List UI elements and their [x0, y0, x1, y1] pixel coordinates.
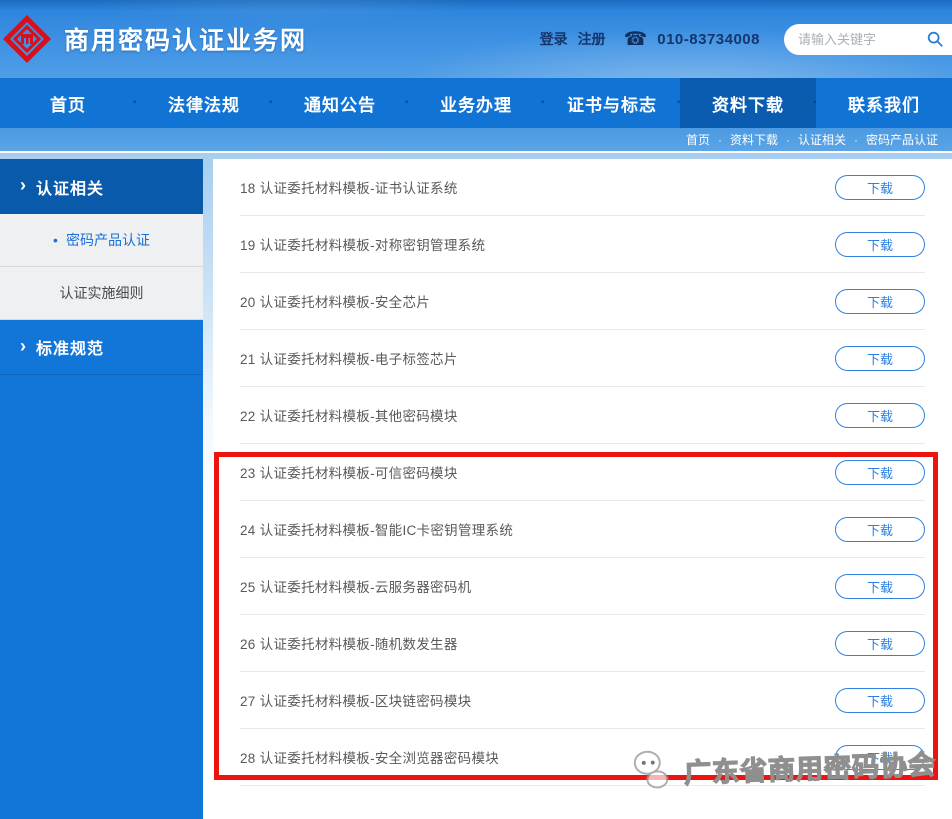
- sidebar-group-label: 标准规范: [36, 335, 104, 359]
- sidebar-filler: [0, 375, 203, 819]
- register-link[interactable]: 注册: [578, 29, 606, 49]
- page-body: › 认证相关 • 密码产品认证 认证实施细则 › 标准规范 18 认证委托材料模…: [0, 153, 952, 819]
- row-title: 21 认证委托材料模板-电子标签芯片: [240, 348, 458, 368]
- table-row: 24 认证委托材料模板-智能IC卡密钥管理系统 下载: [240, 501, 925, 558]
- nav-item-notices[interactable]: 通知公告·: [272, 78, 408, 128]
- download-button[interactable]: 下载: [835, 631, 925, 656]
- table-row: 27 认证委托材料模板-区块链密码模块 下载: [240, 672, 925, 729]
- download-button[interactable]: 下载: [835, 403, 925, 428]
- download-button[interactable]: 下载: [835, 688, 925, 713]
- table-row: 20 认证委托材料模板-安全芯片 下载: [240, 273, 925, 330]
- nav-item-downloads[interactable]: 资料下载·: [680, 78, 816, 128]
- breadcrumb-cert-related[interactable]: 认证相关: [798, 131, 846, 148]
- table-row: 28 认证委托材料模板-安全浏览器密码模块 下载: [240, 729, 925, 786]
- table-row: 23 认证委托材料模板-可信密码模块 下载: [240, 444, 925, 501]
- breadcrumb-separator: ·: [786, 133, 790, 147]
- breadcrumb-downloads[interactable]: 资料下载: [730, 131, 778, 148]
- download-button[interactable]: 下载: [835, 460, 925, 485]
- site-logo-icon: [4, 16, 50, 62]
- row-title: 28 认证委托材料模板-安全浏览器密码模块: [240, 747, 499, 767]
- nav-item-home[interactable]: 首页·: [0, 78, 136, 128]
- nav-item-laws[interactable]: 法律法规·: [136, 78, 272, 128]
- table-row: 18 认证委托材料模板-证书认证系统 下载: [240, 159, 925, 216]
- nav-separator: ·: [133, 94, 139, 112]
- search-icon[interactable]: [926, 30, 944, 48]
- sidebar-item-impl-rules[interactable]: 认证实施细则: [0, 267, 203, 320]
- phone-number: 010-83734008: [657, 31, 760, 48]
- row-title: 27 认证委托材料模板-区块链密码模块: [240, 690, 471, 710]
- search-box: [784, 24, 952, 55]
- nav-separator: ·: [541, 94, 547, 112]
- table-row: 21 认证委托材料模板-电子标签芯片 下载: [240, 330, 925, 387]
- nav-separator: ·: [269, 94, 275, 112]
- bullet-icon: •: [53, 232, 58, 248]
- nav-separator: ·: [813, 94, 819, 112]
- sidebar-item-label: 认证实施细则: [60, 283, 144, 303]
- phone-icon: ☎: [624, 28, 648, 51]
- sidebar: › 认证相关 • 密码产品认证 认证实施细则 › 标准规范: [0, 159, 203, 819]
- breadcrumb-separator: ·: [854, 133, 858, 147]
- nav-item-certs-marks[interactable]: 证书与标志·: [544, 78, 680, 128]
- sidebar-group-standards[interactable]: › 标准规范: [0, 320, 203, 375]
- site-title: 商用密码认证业务网: [64, 21, 307, 57]
- table-row: 22 认证委托材料模板-其他密码模块 下载: [240, 387, 925, 444]
- nav-item-business[interactable]: 业务办理·: [408, 78, 544, 128]
- breadcrumb-separator: ·: [718, 133, 722, 147]
- site-header: 商用密码认证业务网 登录 注册 ☎ 010-83734008: [0, 0, 952, 78]
- breadcrumb-product-cert[interactable]: 密码产品认证: [866, 131, 938, 148]
- row-title: 25 认证委托材料模板-云服务器密码机: [240, 576, 471, 596]
- row-title: 19 认证委托材料模板-对称密钥管理系统: [240, 234, 485, 254]
- search-input[interactable]: [798, 32, 926, 47]
- row-title: 20 认证委托材料模板-安全芯片: [240, 291, 430, 311]
- download-button[interactable]: 下载: [835, 574, 925, 599]
- row-title: 26 认证委托材料模板-随机数发生器: [240, 633, 458, 653]
- nav-separator: ·: [405, 94, 411, 112]
- breadcrumb: 首页 · 资料下载 · 认证相关 · 密码产品认证: [0, 128, 952, 151]
- download-button[interactable]: 下载: [835, 745, 925, 770]
- sidebar-group-cert-related[interactable]: › 认证相关: [0, 159, 203, 214]
- row-title: 23 认证委托材料模板-可信密码模块: [240, 462, 458, 482]
- sidebar-item-product-cert[interactable]: • 密码产品认证: [0, 214, 203, 267]
- table-row: 19 认证委托材料模板-对称密钥管理系统 下载: [240, 216, 925, 273]
- row-title: 18 认证委托材料模板-证书认证系统: [240, 177, 458, 197]
- table-row: 26 认证委托材料模板-随机数发生器 下载: [240, 615, 925, 672]
- row-title: 24 认证委托材料模板-智能IC卡密钥管理系统: [240, 519, 513, 539]
- download-button[interactable]: 下载: [835, 175, 925, 200]
- header-utility-bar: 登录 注册 ☎ 010-83734008: [540, 0, 952, 78]
- download-button[interactable]: 下载: [835, 517, 925, 542]
- main-nav: 首页· 法律法规· 通知公告· 业务办理· 证书与标志· 资料下载· 联系我们: [0, 78, 952, 128]
- nav-item-contact[interactable]: 联系我们: [816, 78, 952, 128]
- download-button[interactable]: 下载: [835, 232, 925, 257]
- download-button[interactable]: 下载: [835, 346, 925, 371]
- download-button[interactable]: 下载: [835, 289, 925, 314]
- nav-separator: ·: [677, 94, 683, 112]
- breadcrumb-home[interactable]: 首页: [686, 131, 710, 148]
- chevron-right-icon: ›: [20, 336, 27, 357]
- sidebar-group-label: 认证相关: [36, 175, 104, 199]
- login-link[interactable]: 登录: [540, 29, 568, 49]
- download-list-panel: 18 认证委托材料模板-证书认证系统 下载 19 认证委托材料模板-对称密钥管理…: [213, 159, 952, 819]
- sidebar-item-label: 密码产品认证: [66, 230, 150, 250]
- chevron-right-icon: ›: [20, 175, 27, 196]
- table-row: 25 认证委托材料模板-云服务器密码机 下载: [240, 558, 925, 615]
- row-title: 22 认证委托材料模板-其他密码模块: [240, 405, 458, 425]
